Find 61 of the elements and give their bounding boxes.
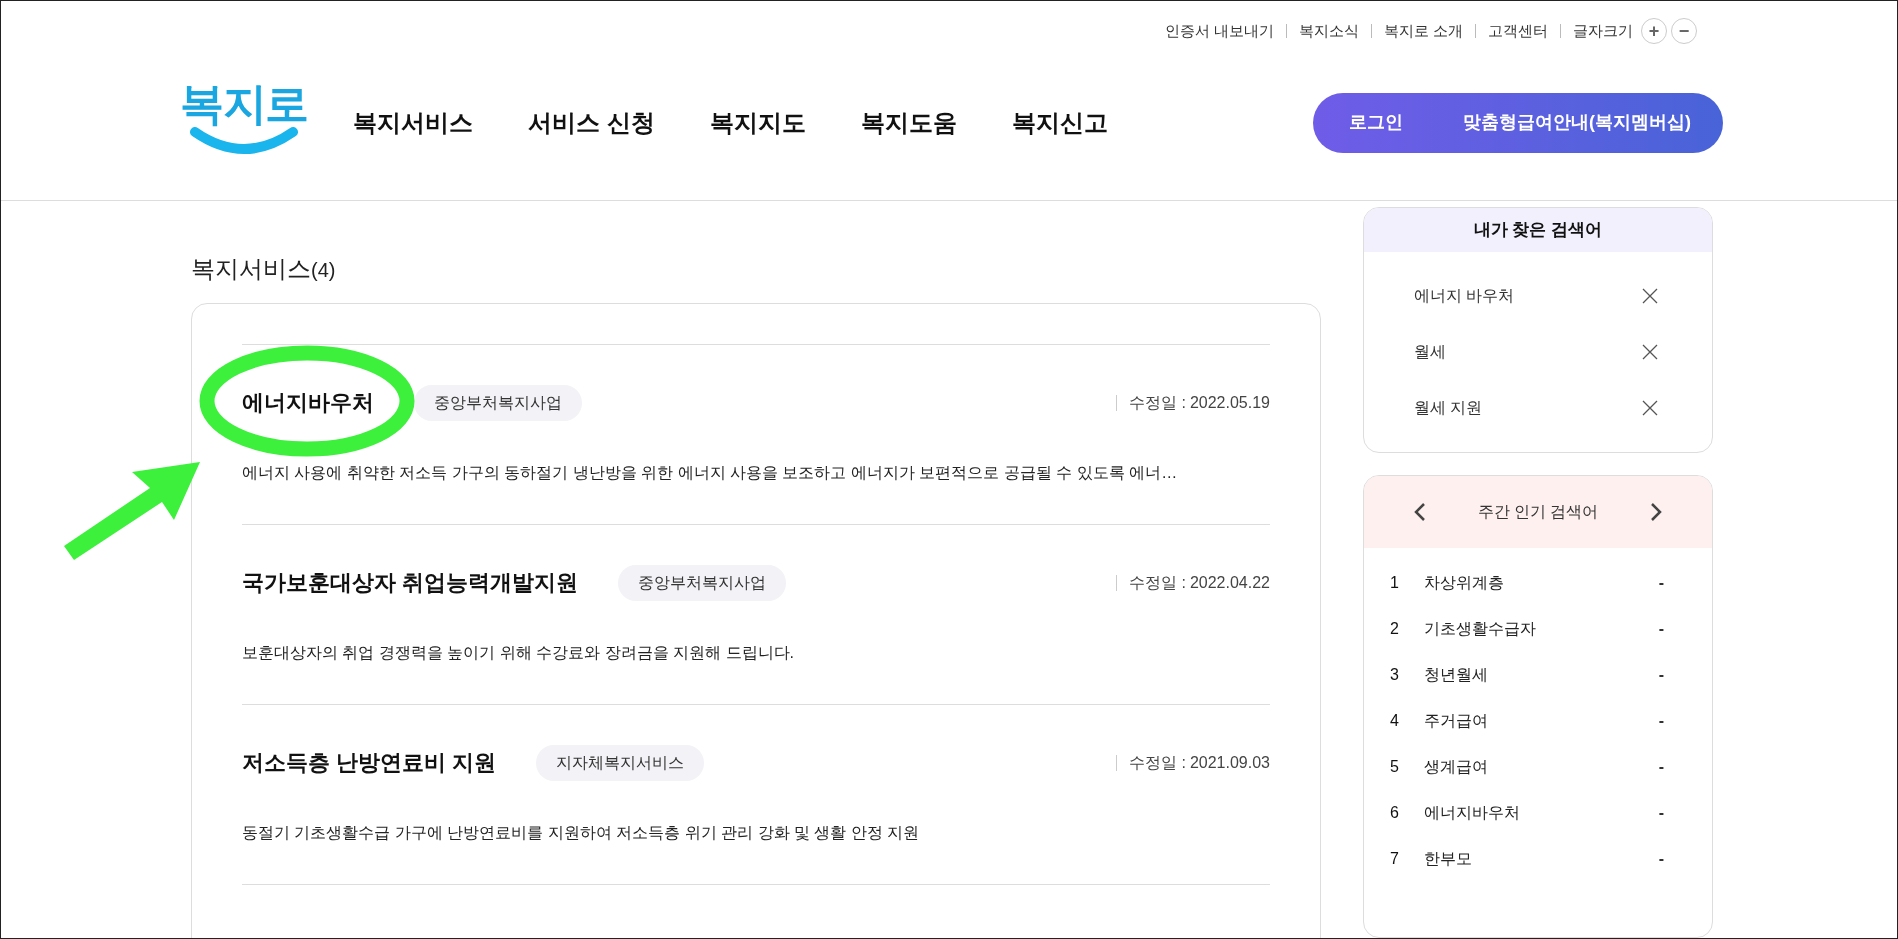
recent-search-link[interactable]: 에너지 바우처 bbox=[1414, 284, 1515, 308]
rank-change: - bbox=[1658, 711, 1664, 731]
utility-link[interactable]: 인증서 내보내기 bbox=[1164, 19, 1274, 43]
category-tag: 지자체복지서비스 bbox=[536, 744, 705, 781]
modified-date: 2022.05.19 bbox=[1189, 392, 1270, 413]
result-description: 동절기 기초생활수급 가구에 난방연료비를 지원하여 저소득층 위기 관리 강화 및 생활 안정 지원 bbox=[242, 822, 921, 843]
rank-number: 3 bbox=[1390, 665, 1400, 685]
utility-link[interactable]: 고객센터 bbox=[1488, 19, 1548, 43]
nav-link[interactable]: 복지도움 bbox=[860, 104, 957, 141]
result-count: (4) bbox=[311, 258, 336, 283]
rank-number: 6 bbox=[1390, 803, 1400, 823]
rank-number: 4 bbox=[1390, 711, 1400, 731]
close-icon bbox=[1642, 288, 1658, 304]
rank-number: 2 bbox=[1390, 619, 1400, 639]
account-button[interactable]: 로그인 맞춤형급여안내(복지멤버십) bbox=[1313, 92, 1723, 153]
rank-number: 1 bbox=[1390, 573, 1400, 593]
popular-search-link[interactable]: 청년월세 bbox=[1424, 663, 1659, 687]
rank-change: - bbox=[1658, 573, 1664, 593]
card-title: 내가 찾은 검색어 bbox=[1473, 219, 1603, 242]
rank-change: - bbox=[1658, 619, 1664, 639]
close-icon bbox=[1642, 400, 1658, 416]
nav-link[interactable]: 복지신고 bbox=[1011, 104, 1108, 141]
recent-search-link[interactable]: 월세 지원 bbox=[1414, 396, 1483, 420]
nav-link[interactable]: 복지지도 bbox=[709, 104, 806, 141]
category-tag: 중앙부처복지사업 bbox=[618, 564, 787, 601]
smile-icon bbox=[189, 125, 299, 156]
date-label: 수정일 : bbox=[1129, 752, 1186, 773]
popular-search-link[interactable]: 에너지바우처 bbox=[1424, 801, 1659, 825]
result-description: 보훈대상자의 취업 경쟁력을 높이기 위해 수강료와 장려금을 지원해 드립니다. bbox=[242, 642, 795, 663]
rank-change: - bbox=[1658, 665, 1664, 685]
popular-search-link[interactable]: 한부모 bbox=[1424, 847, 1659, 871]
section-heading: 복지서비스 bbox=[191, 254, 311, 284]
logo-text: 복지로 bbox=[179, 81, 309, 126]
utility-link[interactable]: 복지소식 bbox=[1298, 19, 1359, 43]
result-description: 에너지 사용에 취약한 저소득 가구의 동하절기 냉난방을 위한 에너지 사용을 보조하고 에너지가 보편적으로 공급될 수 있도록 에너… bbox=[242, 462, 1179, 483]
rank-number: 7 bbox=[1390, 849, 1400, 869]
utility-link[interactable]: 복지로 소개 bbox=[1383, 19, 1463, 43]
modified-date: 2022.04.22 bbox=[1189, 572, 1270, 593]
popular-search-link[interactable]: 생계급여 bbox=[1424, 755, 1659, 779]
result-title[interactable]: 국가보훈대상자 취업능력개발지원 bbox=[242, 566, 579, 599]
date-label: 수정일 : bbox=[1129, 572, 1186, 593]
nav-link[interactable]: 복지서비스 bbox=[353, 104, 473, 141]
rank-number: 5 bbox=[1390, 757, 1400, 777]
recent-search-link[interactable]: 월세 bbox=[1414, 340, 1446, 364]
nav-link[interactable]: 서비스 신청 bbox=[528, 104, 655, 141]
chevron-right-icon bbox=[1650, 502, 1662, 522]
popular-search-link[interactable]: 주거급여 bbox=[1424, 709, 1659, 733]
result-title[interactable]: 에너지바우처 bbox=[242, 386, 374, 419]
rank-change: - bbox=[1658, 849, 1664, 869]
modified-date: 2021.09.03 bbox=[1189, 752, 1270, 773]
rank-change: - bbox=[1658, 803, 1664, 823]
date-label: 수정일 : bbox=[1129, 392, 1186, 413]
popular-search-link[interactable]: 기초생활수급자 bbox=[1424, 617, 1659, 641]
result-title[interactable]: 저소득층 난방연료비 지원 bbox=[242, 746, 497, 779]
close-icon bbox=[1642, 344, 1658, 360]
card-title: 주간 인기 검색어 bbox=[1477, 502, 1599, 522]
chevron-left-icon bbox=[1414, 502, 1426, 522]
popular-search-link[interactable]: 차상위계층 bbox=[1424, 571, 1659, 595]
category-tag: 중앙부처복지사업 bbox=[414, 384, 582, 421]
font-size-label: 글자크기 bbox=[1573, 20, 1633, 41]
rank-change: - bbox=[1658, 757, 1664, 777]
